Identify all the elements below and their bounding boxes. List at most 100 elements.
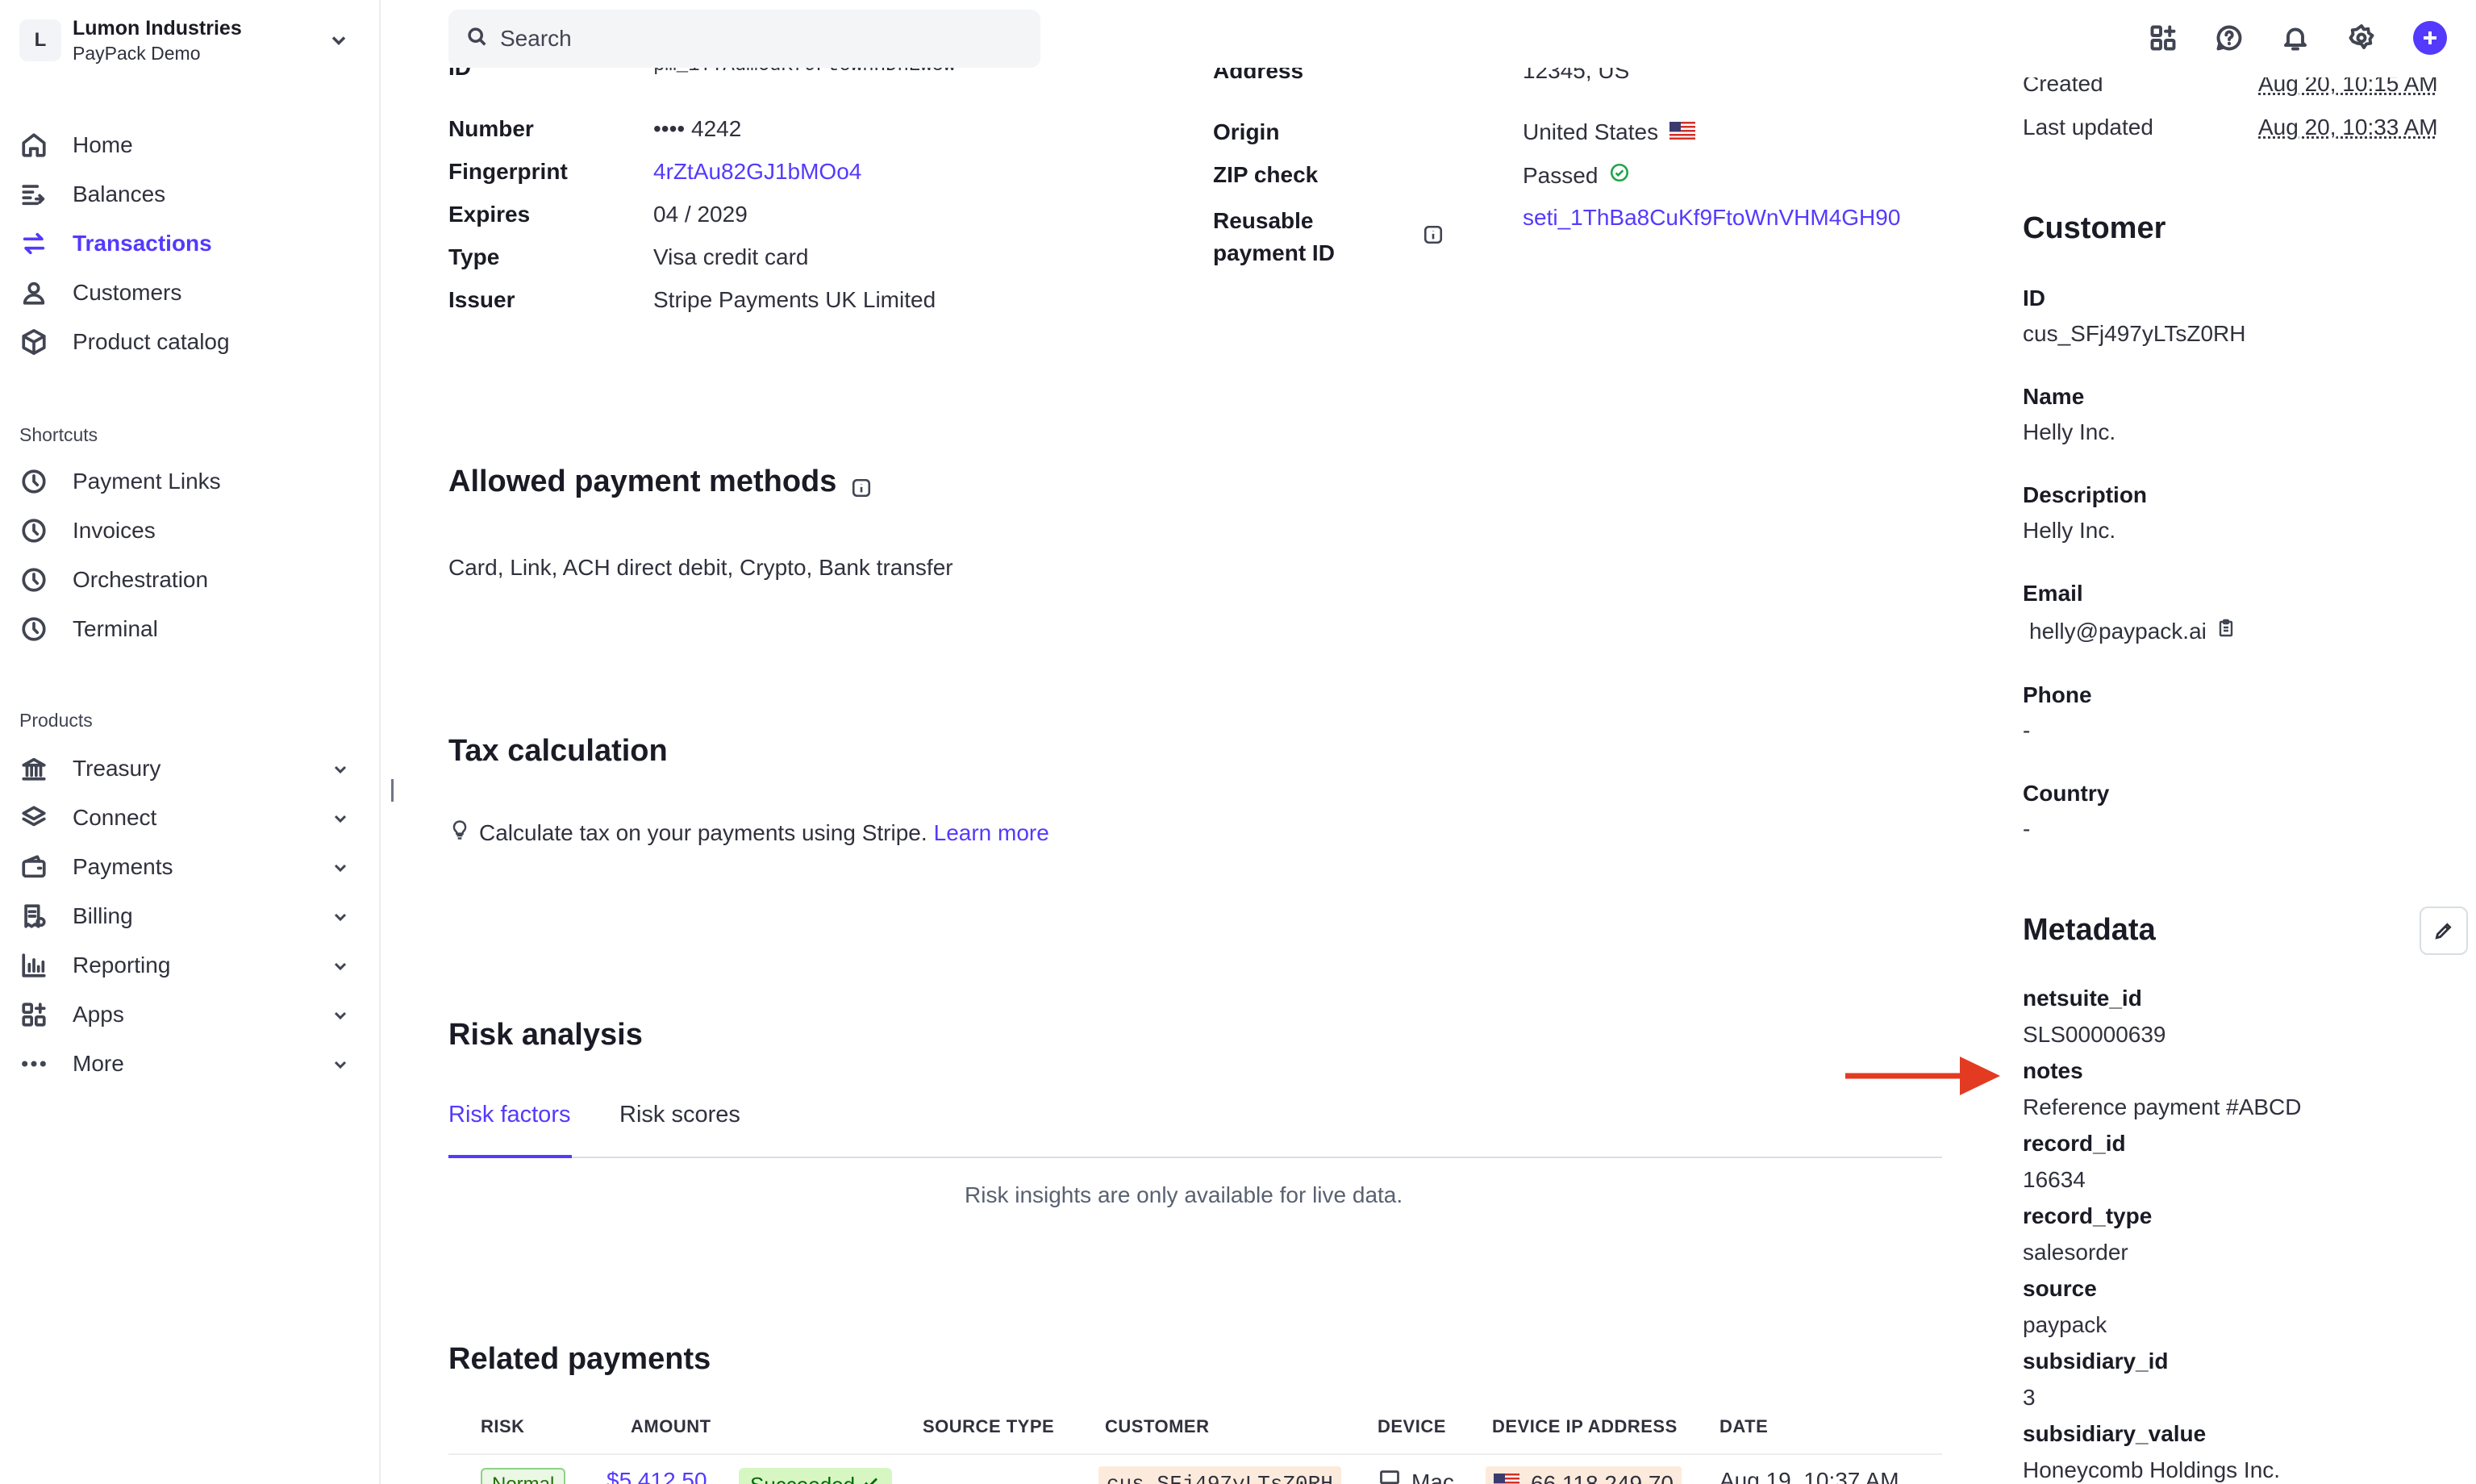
pm-zip-label: ZIP check [1213,162,1319,187]
info-icon[interactable] [851,472,872,497]
last-updated-value[interactable]: Aug 20, 10:33 AM [2258,115,2438,140]
last-updated-label: Last updated [2023,115,2153,140]
pm-fingerprint-label: Fingerprint [448,159,568,184]
customer-title: Customer [2023,211,2166,245]
gear-icon[interactable] [2347,23,2376,52]
customer-phone-value: - [2023,718,2031,743]
col-header-source-type: SOURCE TYPE [923,1416,1055,1436]
scroll-indicator[interactable] [391,779,394,802]
col-header-amount: AMOUNT [631,1416,711,1436]
sidebar-item-label: Connect [73,805,157,830]
sidebar-item-payment-links[interactable]: Payment Links [19,461,350,502]
pm-reusable-label: Reusable [1213,208,1314,233]
info-icon[interactable] [1423,224,1444,245]
risk-title: Risk analysis [448,1018,643,1052]
customer-name-value: Helly Inc. [2023,419,2116,444]
shortcuts-heading: Shortcuts [19,424,98,445]
table-divider [448,1453,1942,1455]
risk-empty-message: Risk insights are only available for liv… [965,1182,1403,1207]
pm-zip-value: Passed [1523,162,1599,188]
search-bar[interactable] [448,10,1040,68]
metadata-key: record_type [2023,1203,2153,1228]
clipboard-icon[interactable] [2216,618,2236,644]
sidebar-item-apps[interactable]: Apps [19,994,350,1036]
apps-icon [19,1000,48,1029]
created-value[interactable]: Aug 20, 10:15 AM [2258,77,2438,97]
sidebar-item-reporting[interactable]: Reporting [19,944,350,986]
sidebar-item-label: Payment Links [73,469,221,494]
receipt-icon [19,902,48,931]
bank-icon [19,754,48,783]
pm-number-label: Number [448,116,534,141]
pm-expires-label: Expires [448,202,531,227]
customer-chip[interactable]: cus_SFj497yLTsZ0RH [1098,1466,1341,1484]
chevron-down-icon [331,759,350,778]
sidebar-item-terminal[interactable]: Terminal [19,608,350,650]
sidebar-item-label: Terminal [73,616,158,641]
sidebar-item-invoices[interactable]: Invoices [19,510,350,552]
customer-country-value: - [2023,816,2031,841]
sidebar-item-billing[interactable]: Billing [19,895,350,937]
sidebar-item-label: Invoices [73,518,156,543]
sidebar-item-orchestration[interactable]: Orchestration [19,559,350,601]
metadata-key: source [2023,1276,2097,1301]
pm-address-label: Address [1213,68,1304,83]
customer-description-label: Description [2023,482,2148,507]
pm-issuer-value: Stripe Payments UK Limited [653,287,936,312]
device-name: Mac [1411,1469,1454,1484]
transactions-icon [19,229,48,258]
sidebar-item-balances[interactable]: Balances [19,173,350,215]
edit-metadata-button[interactable] [2420,907,2468,955]
search-icon [466,26,489,52]
account-name: Lumon Industries [73,17,242,40]
notifications-bell-icon[interactable] [2281,23,2310,52]
risk-tabs: Risk factors Risk scores [448,1089,1942,1158]
tab-risk-scores[interactable]: Risk scores [619,1089,740,1158]
pm-type-label: Type [448,244,500,269]
customer-email-value: helly@paypack.ai [2029,618,2207,644]
amount-link[interactable]: $5,412.50 [606,1468,707,1484]
us-flag-icon [1669,119,1696,145]
chevron-down-icon [331,857,350,877]
col-header-date: DATE [1719,1416,1769,1436]
sidebar-item-more[interactable]: More [19,1043,350,1085]
ip-address: 66.118.249.70 [1531,1471,1674,1484]
pm-issuer-label: Issuer [448,287,515,312]
pm-origin-label: Origin [1213,119,1280,144]
chevron-down-icon [331,956,350,975]
customer-id-link[interactable]: cus_SFj497yLTsZ0RH [2023,321,2245,347]
search-input[interactable] [500,26,1000,52]
chevron-down-icon [331,1054,350,1073]
learn-more-link[interactable]: Learn more [934,820,1049,846]
sidebar-item-label: Payments [73,854,173,879]
pm-expires-value: 04 / 2029 [653,202,748,227]
sidebar-item-label: More [73,1051,124,1076]
sidebar-item-label: Product catalog [73,329,230,354]
sidebar-item-label: Home [73,132,133,157]
sidebar-item-payments[interactable]: Payments [19,846,350,888]
sidebar-item-product-catalog[interactable]: Product catalog [19,321,350,363]
help-icon[interactable] [2215,23,2244,52]
sidebar-item-connect[interactable]: Connect [19,797,350,839]
customer-email-label: Email [2023,581,2083,606]
sidebar-item-label: Orchestration [73,567,209,592]
sidebar-item-transactions[interactable]: Transactions [19,223,350,265]
sidebar-item-home[interactable]: Home [19,124,350,166]
clock-icon [19,615,48,644]
check-circle-icon [1609,162,1630,189]
created-label: Created [2023,77,2103,96]
pm-reusable-id-link[interactable]: seti_1ThBa8CuKf9FtoWnVHM4GH90 [1523,205,1900,231]
pm-fingerprint-link[interactable]: 4rZtAu82GJ1bMOo4 [653,159,861,185]
tax-text: Calculate tax on your payments using Str… [479,819,927,845]
apps-grid-icon[interactable] [2149,23,2178,52]
account-switcher[interactable]: L Lumon Industries PayPack Demo [19,15,350,66]
metadata-value: Honeycomb Holdings Inc. [2023,1457,2281,1482]
tax-title: Tax calculation [448,734,668,768]
create-new-button[interactable] [2413,21,2447,55]
tab-risk-factors[interactable]: Risk factors [448,1089,573,1158]
col-header-customer: CUSTOMER [1105,1416,1210,1436]
sidebar-item-treasury[interactable]: Treasury [19,748,350,790]
sidebar-item-label: Balances [73,181,166,206]
customer-name-label: Name [2023,384,2085,409]
sidebar-item-customers[interactable]: Customers [19,272,350,314]
